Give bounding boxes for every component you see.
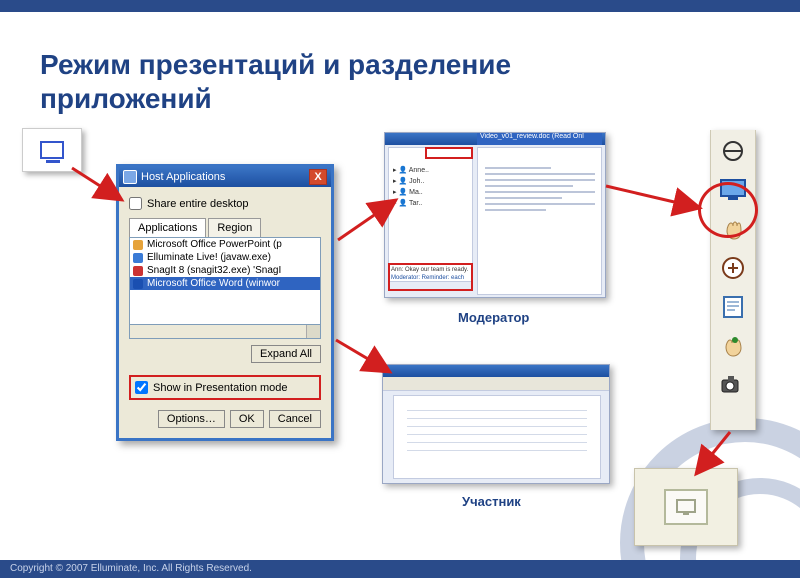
share-desktop-label: Share entire desktop: [147, 198, 249, 210]
title-line1: Режим презентаций и разделение: [40, 49, 511, 80]
list-item: SnagIt 8 (snagit32.exe) 'SnagI: [130, 264, 320, 277]
tool-share-screen-icon[interactable]: [717, 175, 749, 205]
tool-circle-icon[interactable]: [717, 136, 749, 166]
caption-moderator: Модератор: [458, 310, 529, 325]
page-title: Режим презентаций и разделение приложени…: [40, 48, 511, 115]
chat-text: Ann: Okay our team is ready. Moderator: …: [391, 266, 468, 282]
caption-participant: Участник: [462, 494, 521, 509]
app-label: SnagIt 8 (snagit32.exe) 'SnagI: [147, 265, 281, 276]
slide: { "title_line1": "Режим презентаций и ра…: [0, 0, 800, 578]
close-button[interactable]: X: [309, 169, 327, 185]
word-document-title: Video_v01_review.doc (Read Onl: [477, 133, 602, 145]
app-icon: [133, 266, 143, 276]
dialog-titlebar: Host Applications X: [119, 167, 331, 187]
app-label: Elluminate Live! (javaw.exe): [147, 252, 271, 263]
participants-mini-list: ▸ 👤 Anne..▸ 👤 Joh..▸ 👤 Ma..▸ 👤 Tar..: [393, 165, 429, 209]
dialog-body: Share entire desktop Applications Region…: [119, 187, 331, 438]
doc-table: [407, 403, 587, 451]
list-item: Microsoft Office PowerPoint (p: [130, 238, 320, 251]
presentation-mode-highlight[interactable]: Show in Presentation mode: [129, 375, 321, 400]
app-icon: [133, 253, 143, 263]
applications-list[interactable]: Microsoft Office PowerPoint (p Elluminat…: [129, 237, 321, 325]
bottom-preview-card: [634, 468, 738, 546]
presentation-mode-checkbox[interactable]: [135, 381, 148, 394]
app-icon: [133, 279, 143, 289]
footer-bar: Copyright © 2007 Elluminate, Inc. All Ri…: [0, 560, 800, 578]
participant-screenshot: [382, 364, 610, 484]
tool-camera-icon[interactable]: [717, 370, 749, 400]
ok-button[interactable]: OK: [230, 410, 264, 428]
app-label: Microsoft Office Word (winwor: [147, 278, 280, 289]
tab-region[interactable]: Region: [208, 218, 261, 237]
app-icon: [133, 240, 143, 250]
footer-text: Copyright © 2007 Elluminate, Inc. All Ri…: [10, 563, 252, 574]
cancel-button[interactable]: Cancel: [269, 410, 321, 428]
preview-screen-icon: [664, 489, 708, 525]
horizontal-scrollbar[interactable]: [129, 325, 321, 339]
tab-applications[interactable]: Applications: [129, 218, 206, 237]
host-applications-dialog: Host Applications X Share entire desktop…: [116, 164, 334, 441]
dialog-title: Host Applications: [141, 171, 225, 183]
app-label: Microsoft Office PowerPoint (p: [147, 239, 282, 250]
side-toolbar: [710, 130, 756, 430]
highlight-participants: [425, 147, 473, 159]
dialog-app-icon: [123, 170, 137, 184]
tool-page-icon[interactable]: [717, 292, 749, 322]
options-button[interactable]: Options…: [158, 410, 225, 428]
doc-lines: [485, 167, 595, 215]
expand-all-button[interactable]: Expand All: [251, 345, 321, 363]
presentation-mode-label: Show in Presentation mode: [153, 382, 288, 394]
tool-whiteboard-icon[interactable]: [717, 253, 749, 283]
moderator-screenshot: Video_v01_review.doc (Read Onl ▸ 👤 Anne.…: [384, 132, 606, 298]
tool-hand-icon[interactable]: [717, 214, 749, 244]
tab-bar: Applications Region: [129, 218, 321, 237]
decor-top-stripe: [0, 0, 800, 12]
title-line2: приложений: [40, 83, 212, 114]
list-item: Elluminate Live! (javaw.exe): [130, 251, 320, 264]
share-desktop-input[interactable]: [129, 197, 142, 210]
tool-hand2-icon[interactable]: [717, 331, 749, 361]
list-item-selected: Microsoft Office Word (winwor: [130, 277, 320, 290]
share-desktop-checkbox[interactable]: Share entire desktop: [129, 197, 321, 210]
share-app-icon-card: [22, 128, 82, 172]
share-screen-icon: [40, 141, 64, 159]
